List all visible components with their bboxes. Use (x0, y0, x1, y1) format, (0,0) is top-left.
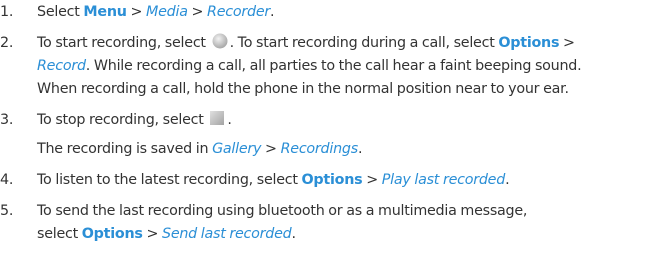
step-text: The recording is saved in (37, 141, 213, 157)
options-term: Options (81, 226, 143, 242)
step-3: 3. To stop recording, select . The record… (0, 109, 669, 161)
options-term: Options (301, 172, 363, 188)
path-separator: > (362, 172, 382, 188)
path-separator: > (142, 226, 162, 242)
path-separator: > (261, 141, 281, 157)
send-last-recorded-term: Send last recorded (162, 226, 292, 242)
media-term: Media (146, 4, 188, 20)
step-1: 1. Select Menu > Media > Recorder. (0, 1, 669, 24)
step-2: 2. To start recording, select . To start … (0, 32, 669, 101)
step-3-note: The recording is saved in Gallery > Reco… (37, 138, 669, 161)
step-number: 1. (0, 4, 14, 20)
step-4: 4. To listen to the latest recording, sel… (0, 169, 669, 192)
step-text: select (37, 226, 82, 242)
step-text: . (227, 112, 232, 128)
step-text: Select (37, 4, 84, 20)
path-separator: > (559, 35, 575, 51)
step-end: . (270, 4, 275, 20)
step-text: . To start recording during a call, sele… (229, 35, 499, 51)
record-term: Record (37, 58, 86, 74)
step-5: 5. To send the last recording using bluet… (0, 200, 669, 246)
step-text: To stop recording, select (37, 112, 208, 128)
recorder-term: Recorder (207, 4, 271, 20)
step-number: 3. (0, 112, 14, 128)
options-term: Options (498, 35, 560, 51)
instruction-list: 1. Select Menu > Media > Recorder. 2. To s… (0, 0, 669, 264)
step-text: To send the last recording using bluetoo… (37, 203, 528, 219)
step-text: To start recording, select (37, 35, 210, 51)
stop-icon (208, 109, 226, 127)
step-end: . (505, 172, 510, 188)
recordings-term: Recordings (280, 141, 359, 157)
step-end: . (291, 226, 297, 242)
step-text: When recording a call, hold the phone in… (37, 81, 569, 97)
play-last-recorded-term: Play last recorded (381, 172, 506, 188)
step-text: . While recording a call, all parties to… (85, 58, 582, 74)
menu-term: Menu (83, 4, 127, 20)
path-separator: > (126, 4, 147, 20)
step-number: 4. (0, 172, 14, 188)
step-number: 5. (0, 203, 14, 219)
step-number: 2. (0, 35, 14, 51)
step-end: . (357, 141, 363, 157)
gallery-term: Gallery (212, 141, 262, 157)
step-text: To listen to the latest recording, selec… (37, 172, 302, 188)
path-separator: > (187, 4, 208, 20)
record-icon (211, 32, 229, 50)
